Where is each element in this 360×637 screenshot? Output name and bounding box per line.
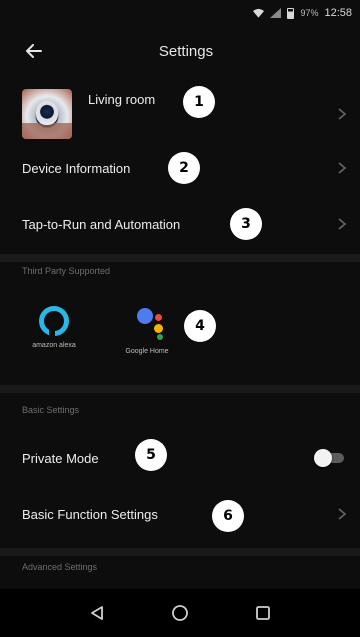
alexa-icon xyxy=(39,306,69,336)
circle-home-icon xyxy=(172,605,188,621)
status-bar: 97% 12:58 xyxy=(0,0,360,26)
section-basic-settings: Basic Settings xyxy=(22,405,80,415)
callout-badge-5: 5 xyxy=(135,439,167,471)
section-divider xyxy=(0,385,360,393)
callout-badge-1: 1 xyxy=(183,86,215,118)
device-row[interactable]: Living room xyxy=(0,86,360,142)
basic-function-settings-row[interactable]: Basic Function Settings xyxy=(0,496,360,532)
private-mode-row: Private Mode xyxy=(0,440,360,476)
toggle-knob xyxy=(314,449,332,467)
callout-badge-2: 2 xyxy=(168,152,200,184)
callout-badge-4: 4 xyxy=(184,310,216,342)
system-nav-bar xyxy=(0,589,360,637)
tap-to-run-row[interactable]: Tap-to-Run and Automation xyxy=(0,206,360,242)
signal-icon xyxy=(270,8,282,18)
private-mode-label: Private Mode xyxy=(22,450,99,466)
status-time: 12:58 xyxy=(324,7,352,19)
section-divider xyxy=(0,548,360,556)
chevron-right-icon xyxy=(338,108,347,120)
device-name: Living room xyxy=(88,92,156,107)
google-home-integration[interactable]: Google Home xyxy=(112,298,182,368)
google-home-label: Google Home xyxy=(125,348,169,355)
chevron-right-icon xyxy=(338,162,347,174)
chevron-right-icon xyxy=(338,218,347,230)
tap-to-run-label: Tap-to-Run and Automation xyxy=(22,216,181,232)
battery-percent: 97% xyxy=(300,8,319,18)
nav-back-button[interactable] xyxy=(86,602,108,624)
callout-badge-6: 6 xyxy=(212,500,244,532)
section-third-party: Third Party Supported xyxy=(22,266,111,276)
callout-badge-3: 3 xyxy=(230,208,262,240)
back-button[interactable] xyxy=(22,39,46,63)
page-title: Settings xyxy=(158,42,214,60)
nav-recents-button[interactable] xyxy=(252,602,274,624)
arrow-left-icon xyxy=(26,44,42,58)
chevron-right-icon xyxy=(338,508,347,520)
basic-function-settings-label: Basic Function Settings xyxy=(22,506,158,522)
device-thumbnail xyxy=(22,89,72,139)
alexa-integration[interactable]: amazon alexa xyxy=(24,298,84,368)
square-recents-icon xyxy=(256,606,271,620)
private-mode-toggle[interactable] xyxy=(314,449,346,467)
settings-screen: 97% 12:58 Settings Living room Device In… xyxy=(0,0,360,637)
triangle-back-icon xyxy=(90,606,103,620)
section-divider xyxy=(0,254,360,262)
battery-icon xyxy=(287,7,295,19)
alexa-label: amazon alexa xyxy=(32,342,76,349)
device-information-label: Device Information xyxy=(22,160,131,176)
google-assistant-icon xyxy=(127,306,167,344)
section-advanced-settings: Advanced Settings xyxy=(22,562,98,572)
nav-home-button[interactable] xyxy=(169,602,191,624)
header: Settings xyxy=(0,26,360,76)
wifi-icon xyxy=(253,8,265,18)
